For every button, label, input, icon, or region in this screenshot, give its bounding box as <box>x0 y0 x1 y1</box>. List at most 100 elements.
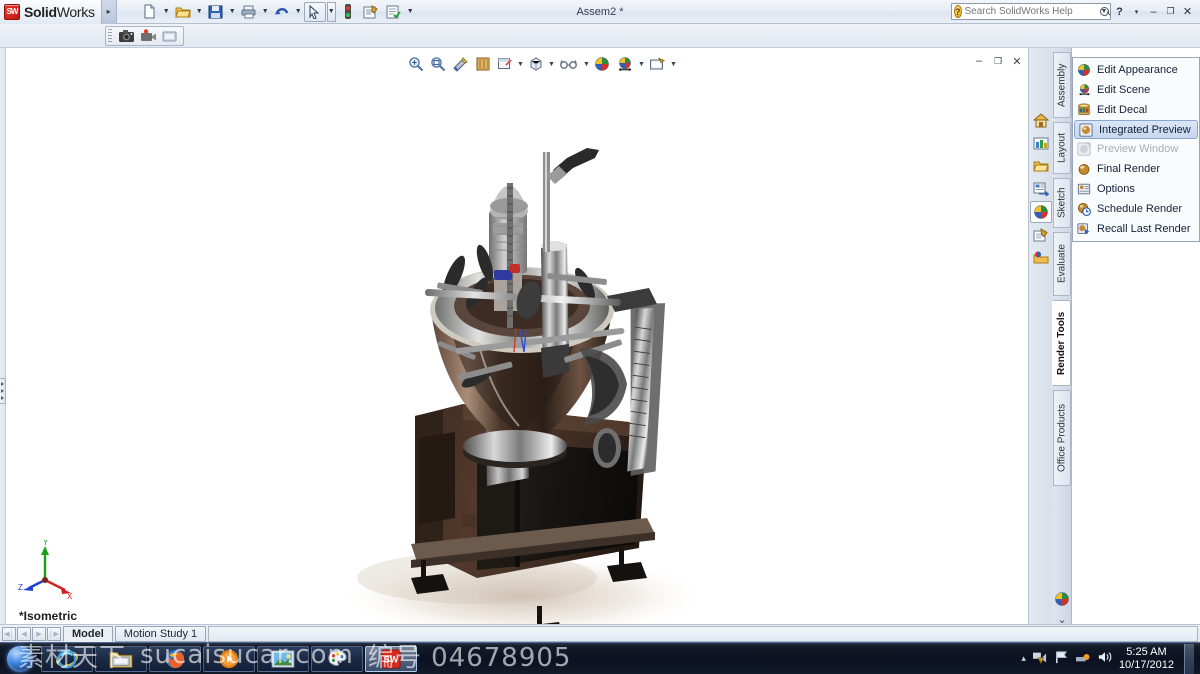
menu-label-edit-scene: Edit Scene <box>1097 84 1151 96</box>
new-document-caret-icon[interactable]: ▼ <box>162 2 171 22</box>
nav-last-button[interactable]: │▶ <box>47 626 61 641</box>
color-sphere-icon <box>1076 62 1092 78</box>
feature-manager-expand-handle[interactable] <box>0 378 6 404</box>
customize-caret-icon[interactable]: ▼ <box>406 2 415 22</box>
rebuild-button[interactable] <box>337 2 359 22</box>
menu-item-edit-scene[interactable]: Edit Scene <box>1073 80 1199 100</box>
photoview-items-icon[interactable] <box>1030 247 1052 269</box>
expand-arrow-icon-3 <box>1 395 4 400</box>
menu-label-recall-last-render: Recall Last Render <box>1097 223 1191 235</box>
save-document-caret-icon[interactable]: ▼ <box>228 2 237 22</box>
help-button[interactable]: ? <box>1111 2 1128 22</box>
menu-label-schedule-render: Schedule Render <box>1097 203 1183 215</box>
menu-item-integrated-preview[interactable]: Integrated Preview <box>1074 120 1198 139</box>
minimize-button[interactable]: – <box>1145 2 1162 22</box>
screen-capture-camera-button[interactable] <box>115 26 137 46</box>
standard-toolbar: ▼ ▼ ▼ ▼ ▼ ▼ ▼ <box>139 1 415 22</box>
search-help-box[interactable]: ? ▼ <box>951 3 1111 20</box>
menu-item-schedule-render[interactable]: Schedule Render <box>1073 199 1199 219</box>
solidworks-logo[interactable]: SW SolidWorks <box>0 0 101 24</box>
menu-item-recall-last-render[interactable]: Recall Last Render <box>1073 219 1199 239</box>
tray-power-icon[interactable] <box>1075 650 1091 667</box>
nav-first-button[interactable]: ◀│ <box>2 626 16 641</box>
view-palette-icon[interactable] <box>1030 178 1052 200</box>
tab-assembly[interactable]: Assembly <box>1053 52 1071 118</box>
undo-caret-icon[interactable]: ▼ <box>294 2 303 22</box>
design-library-icon[interactable] <box>1030 132 1052 154</box>
print-document-button[interactable] <box>238 2 260 22</box>
preview-sphere-icon <box>1078 122 1094 138</box>
help-question-icon: ? <box>954 5 962 18</box>
preview-window-icon <box>1076 141 1092 157</box>
taskbar-photo-viewer[interactable] <box>257 645 309 672</box>
menu-item-edit-appearance[interactable]: Edit Appearance <box>1073 60 1199 80</box>
show-desktop-button[interactable] <box>1184 643 1194 674</box>
triad-z-label: Z <box>18 583 23 592</box>
toolbar-grip[interactable] <box>108 29 112 43</box>
start-button[interactable] <box>0 644 40 674</box>
view-orientation-label: *Isometric <box>19 609 78 623</box>
tray-volume-icon[interactable] <box>1097 650 1113 667</box>
graphics-area[interactable]: ▼ ▼ ▼ ▼ ▼ – ❐ ✕ Y X Z *Isometric <box>7 48 1028 630</box>
select-tool-button[interactable] <box>303 1 326 22</box>
tray-network-icon[interactable]: ! <box>1032 650 1048 667</box>
taskbar-media-player[interactable] <box>203 645 255 672</box>
capture-settings-button[interactable] <box>159 26 181 46</box>
options-button[interactable] <box>360 2 382 22</box>
appearances-scenes-icon[interactable] <box>1029 201 1052 223</box>
tab-sketch[interactable]: Sketch <box>1053 178 1071 228</box>
svg-text:!: ! <box>1040 658 1041 664</box>
print-document-caret-icon[interactable]: ▼ <box>261 2 270 22</box>
nav-next-button[interactable]: ▶ <box>32 626 46 641</box>
menu-item-preview-window: Preview Window <box>1073 139 1199 159</box>
menu-label-integrated-preview: Integrated Preview <box>1099 123 1191 136</box>
clock-date: 10/17/2012 <box>1118 658 1174 671</box>
new-document-button[interactable] <box>139 2 161 22</box>
tab-layout[interactable]: Layout <box>1053 122 1071 174</box>
taskbar-firefox[interactable] <box>149 645 201 672</box>
save-document-button[interactable] <box>205 2 227 22</box>
tab-model[interactable]: Model <box>63 625 113 642</box>
help-caret-icon[interactable]: ▾ <box>1128 2 1145 22</box>
open-document-caret-icon[interactable]: ▼ <box>195 2 204 22</box>
menu-item-final-render[interactable]: Final Render <box>1073 159 1199 179</box>
menu-label-options: Options <box>1097 183 1135 195</box>
secondary-toolbar-row <box>0 24 1200 48</box>
close-button[interactable]: ✕ <box>1179 2 1196 22</box>
restore-button[interactable]: ❐ <box>1162 2 1179 22</box>
taskbar-internet-explorer[interactable] <box>41 645 93 672</box>
tray-expand-icon[interactable]: ▴ <box>1021 653 1026 664</box>
tab-motion-study-1[interactable]: Motion Study 1 <box>114 625 207 642</box>
taskbar-clock[interactable]: 5:25 AM 10/17/2012 <box>1119 646 1174 672</box>
menu-label-edit-appearance: Edit Appearance <box>1097 64 1178 76</box>
search-input[interactable] <box>964 6 1097 17</box>
undo-button[interactable] <box>271 2 293 22</box>
solidworks-resources-icon[interactable] <box>1030 109 1052 131</box>
tab-evaluate[interactable]: Evaluate <box>1053 232 1071 296</box>
nav-prev-button[interactable]: ◀ <box>17 626 31 641</box>
menu-item-edit-decal[interactable]: Edit Decal <box>1073 100 1199 120</box>
menu-item-options[interactable]: Options <box>1073 179 1199 199</box>
start-orb-icon <box>7 645 33 672</box>
render-tools-menu: Edit Appearance Edit Scene Edit Decal In… <box>1072 57 1200 242</box>
command-manager-tabs: Assembly Layout Sketch Evaluate Render T… <box>1052 48 1072 630</box>
select-tool-caret-icon[interactable]: ▼ <box>326 1 336 22</box>
taskbar-explorer[interactable] <box>95 645 147 672</box>
taskbar-solidworks[interactable]: SW <box>365 645 417 672</box>
titlebar-right-group: ? ▼ ? ▾ – ❐ ✕ <box>951 2 1200 22</box>
file-explorer-icon[interactable] <box>1030 155 1052 177</box>
tray-action-center-icon[interactable] <box>1054 650 1069 668</box>
appearances-shortcut-icon[interactable] <box>1054 591 1070 610</box>
screen-capture-toolbar <box>105 26 184 46</box>
taskbar-paint[interactable] <box>311 645 363 672</box>
feature-manager-splitter[interactable] <box>0 48 6 630</box>
model-render-stage[interactable] <box>7 48 1028 630</box>
custom-properties-icon[interactable] <box>1030 224 1052 246</box>
record-video-button[interactable] <box>137 26 159 46</box>
tab-render-tools[interactable]: Render Tools <box>1052 300 1071 386</box>
tab-office-products[interactable]: Office Products <box>1053 390 1071 486</box>
open-document-button[interactable] <box>172 2 194 22</box>
menu-expand-arrow-icon[interactable]: ▸ <box>100 0 117 24</box>
options-card-icon <box>1076 181 1092 197</box>
customize-button[interactable] <box>383 2 405 22</box>
